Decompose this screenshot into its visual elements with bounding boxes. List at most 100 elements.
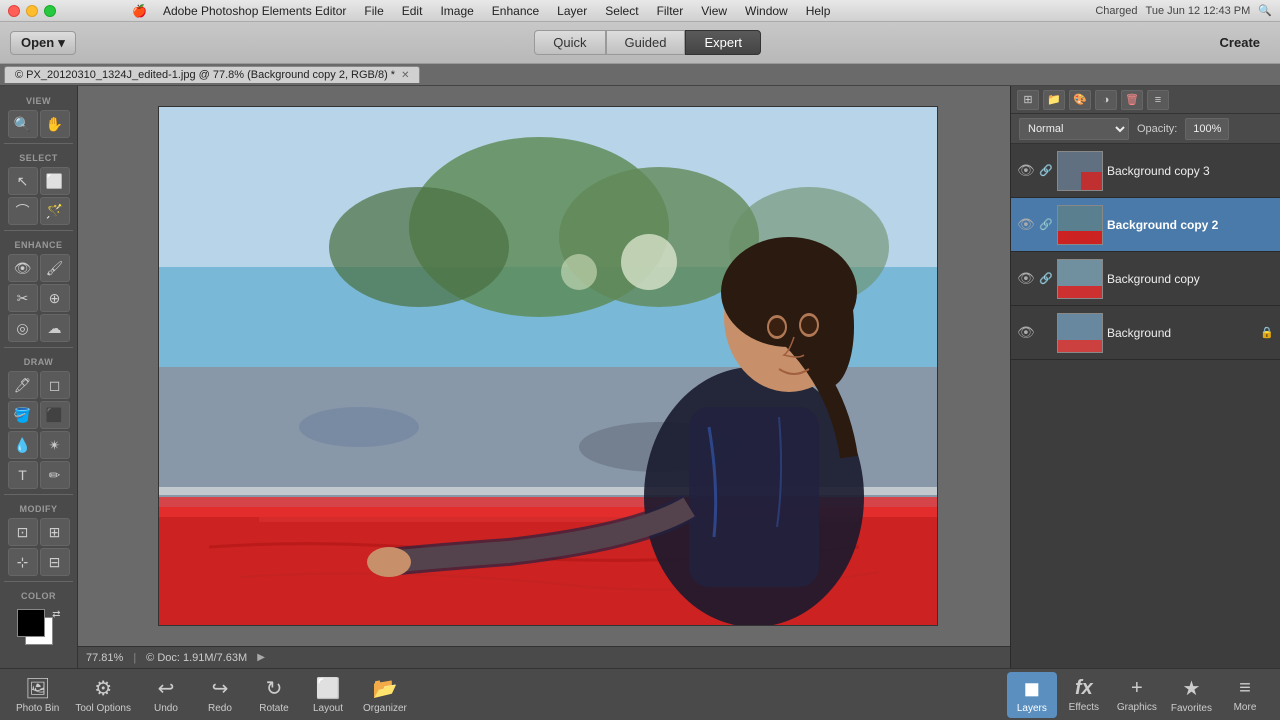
layer-link-bgcopy[interactable]: 🔗 <box>1039 272 1053 285</box>
organizer-btn[interactable]: 📂 Organizer <box>357 672 413 718</box>
menu-layer[interactable]: Layer <box>555 4 589 18</box>
close-btn[interactable] <box>8 5 20 17</box>
graphics-panel-label: Graphics <box>1117 702 1157 713</box>
new-layer-btn[interactable]: ⊞ <box>1017 90 1039 110</box>
layout-btn[interactable]: ⬜ Layout <box>303 672 353 718</box>
maximize-btn[interactable] <box>44 5 56 17</box>
section-select: SELECT <box>4 149 73 165</box>
rotate-btn[interactable]: ↻ Rotate <box>249 672 299 718</box>
status-arrow[interactable]: ▶ <box>257 652 265 663</box>
layers-panel-btn[interactable]: ◼ Layers <box>1007 672 1057 718</box>
blend-mode-select[interactable]: Normal <box>1019 118 1129 140</box>
mode-quick[interactable]: Quick <box>534 30 605 55</box>
layer-link-bg3[interactable]: 🔗 <box>1039 164 1053 177</box>
more-options-btn[interactable]: ≡ <box>1147 90 1169 110</box>
tab-close-icon[interactable]: ✕ <box>401 70 409 81</box>
graphics-panel-btn[interactable]: + Graphics <box>1111 673 1163 717</box>
mode-guided[interactable]: Guided <box>606 30 686 55</box>
delete-layer-btn[interactable]: 🗑 <box>1121 90 1143 110</box>
type-tool[interactable]: T <box>8 461 38 489</box>
layer-lock-icon: 🔒 <box>1260 326 1274 339</box>
more-panel-label: More <box>1234 702 1257 713</box>
move-tool[interactable]: ↖ <box>8 167 38 195</box>
menu-window[interactable]: Window <box>743 4 790 18</box>
menu-edit[interactable]: Edit <box>400 4 425 18</box>
color-swatches[interactable]: ⇄ <box>17 609 61 649</box>
content-aware-tool[interactable]: ⊟ <box>40 548 70 576</box>
marquee-tool[interactable]: ⬜ <box>40 167 70 195</box>
crop-tool[interactable]: ⊡ <box>8 518 38 546</box>
menu-image[interactable]: Image <box>438 4 475 18</box>
custom-shape-tool[interactable]: ✴ <box>40 431 70 459</box>
open-button[interactable]: Open ▾ <box>10 31 76 55</box>
favorites-panel-btn[interactable]: ★ Favorites <box>1165 672 1218 718</box>
smudge-tool[interactable]: ☁ <box>40 314 70 342</box>
foreground-color-swatch[interactable] <box>17 609 45 637</box>
new-group-btn[interactable]: 📁 <box>1043 90 1065 110</box>
blur-tool[interactable]: ⊕ <box>40 284 70 312</box>
rotate-icon: ↻ <box>266 676 283 701</box>
layer-item-bg2[interactable]: 👁 🔗 Background copy 2 <box>1011 198 1280 252</box>
layer-visibility-bg[interactable]: 👁 <box>1017 324 1035 341</box>
search-icon[interactable]: 🔍 <box>1258 4 1272 17</box>
fill-layer-btn[interactable]: 🎨 <box>1069 90 1091 110</box>
more-panel-btn[interactable]: ≡ More <box>1220 673 1270 717</box>
magic-wand-tool[interactable]: 🪄 <box>40 197 70 225</box>
lasso-tool[interactable]: ⌒ <box>8 197 38 225</box>
sponge-tool[interactable]: ◎ <box>8 314 38 342</box>
menu-file[interactable]: File <box>362 4 385 18</box>
menu-filter[interactable]: Filter <box>655 4 686 18</box>
hand-tool[interactable]: ✋ <box>40 110 70 138</box>
photo-bin-btn[interactable]: 🖼 Photo Bin <box>10 672 65 718</box>
layer-visibility-bg2[interactable]: 👁 <box>1017 216 1035 233</box>
layer-item-bg[interactable]: 👁 · Background 🔒 <box>1011 306 1280 360</box>
brush-tool[interactable]: 🖊 <box>8 371 38 399</box>
eyedropper-tool[interactable]: 💧 <box>8 431 38 459</box>
healing-tool[interactable]: 🖌 <box>40 254 70 282</box>
layout-label: Layout <box>313 703 343 714</box>
layer-visibility-bgcopy[interactable]: 👁 <box>1017 270 1035 287</box>
favorites-panel-icon: ★ <box>1182 676 1200 701</box>
clone-tool[interactable]: ✂ <box>8 284 38 312</box>
menu-apple[interactable]: 🍎 <box>132 4 147 18</box>
shape-tool[interactable]: ⬛ <box>40 401 70 429</box>
pencil-tool[interactable]: ✏ <box>40 461 70 489</box>
layer-link-bg: · <box>1039 327 1053 339</box>
opacity-label: Opacity: <box>1137 123 1177 135</box>
tool-options-btn[interactable]: ⚙ Tool Options <box>69 672 137 718</box>
menu-help[interactable]: Help <box>804 4 833 18</box>
layer-visibility-bg3[interactable]: 👁 <box>1017 162 1035 179</box>
layer-link-bg2[interactable]: 🔗 <box>1039 218 1053 231</box>
canvas-image <box>158 106 938 626</box>
graphics-panel-icon: + <box>1131 677 1143 700</box>
menu-select[interactable]: Select <box>603 4 640 18</box>
swap-colors-icon[interactable]: ⇄ <box>52 609 60 620</box>
redo-btn[interactable]: ↪ Redo <box>195 672 245 718</box>
layer-item-bgcopy[interactable]: 👁 🔗 Background copy <box>1011 252 1280 306</box>
create-button[interactable]: Create <box>1220 35 1260 50</box>
menu-view[interactable]: View <box>699 4 729 18</box>
minimize-btn[interactable] <box>26 5 38 17</box>
paint-bucket-tool[interactable]: 🪣 <box>8 401 38 429</box>
red-eye-tool[interactable]: 👁 <box>8 254 38 282</box>
mode-expert[interactable]: Expert <box>685 30 761 55</box>
layer-thumb-bg <box>1057 313 1103 353</box>
top-toolbar: Open ▾ Quick Guided Expert Create <box>0 22 1280 64</box>
layer-thumb-bg2 <box>1057 205 1103 245</box>
recompose-tool[interactable]: ⊞ <box>40 518 70 546</box>
photo-bin-icon: 🖼 <box>25 676 50 701</box>
effects-panel-btn[interactable]: fx Effects <box>1059 673 1109 717</box>
eraser-tool[interactable]: ◻ <box>40 371 70 399</box>
layer-item-bg3[interactable]: 👁 🔗 Background copy 3 <box>1011 144 1280 198</box>
zoom-tool[interactable]: 🔍 <box>8 110 38 138</box>
redo-label: Redo <box>208 703 232 714</box>
opacity-value[interactable]: 100% <box>1185 118 1229 140</box>
document-tab[interactable]: © PX_20120310_1324J_edited-1.jpg @ 77.8%… <box>4 66 420 83</box>
redo-icon: ↪ <box>212 676 229 701</box>
layers-panel-icon: ◼ <box>1024 676 1041 701</box>
menu-enhance[interactable]: Enhance <box>490 4 541 18</box>
straighten-tool[interactable]: ⊹ <box>8 548 38 576</box>
adjustment-layer-btn[interactable]: ◑ <box>1095 90 1117 110</box>
canvas-svg <box>159 107 938 626</box>
undo-btn[interactable]: ↩ Undo <box>141 672 191 718</box>
